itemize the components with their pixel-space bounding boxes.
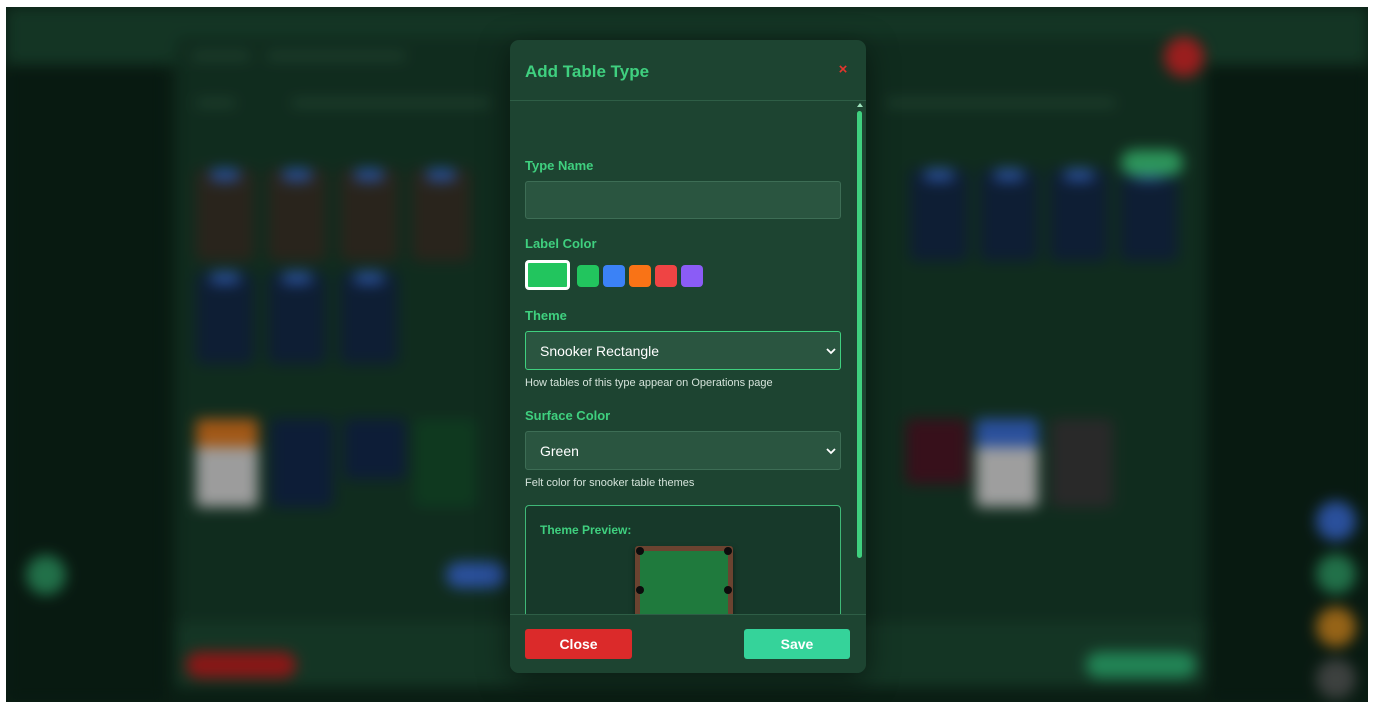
theme-label: Theme [525,308,567,323]
table-pocket [724,547,732,555]
type-name-label: Type Name [525,158,594,173]
chevron-down-icon [826,448,836,455]
table-pocket [724,586,732,594]
table-pocket [636,586,644,594]
close-button[interactable]: Close [525,629,632,659]
surface-color-select[interactable]: Green [525,431,841,470]
dialog-title: Add Table Type [525,62,650,81]
save-button[interactable]: Save [744,629,850,659]
add-table-type-dialog: Add Table Type × Type Name Label Color T… [510,40,866,673]
scroll-up-icon[interactable] [857,103,863,107]
dialog-body[interactable]: Type Name Label Color Theme Snooker Rect… [510,101,866,654]
theme-preview-label: Theme Preview: [540,523,632,537]
label-color-label: Label Color [525,236,597,251]
surface-color-select-value: Green [540,443,579,459]
dialog-footer: Close Save [510,614,866,673]
theme-help-text: How tables of this type appear on Operat… [525,377,773,389]
close-icon[interactable]: × [836,60,850,80]
type-name-input[interactable] [525,181,841,219]
surface-color-help-text: Felt color for snooker table themes [525,477,695,489]
color-swatch-green[interactable] [577,265,599,287]
color-swatch-selected[interactable] [525,260,570,290]
chevron-down-icon [826,348,836,355]
table-pocket [636,547,644,555]
surface-color-label: Surface Color [525,408,611,423]
theme-select-value: Snooker Rectangle [540,343,660,359]
color-swatch-red[interactable] [655,265,677,287]
color-swatch-purple[interactable] [681,265,703,287]
theme-select[interactable]: Snooker Rectangle [525,331,841,370]
color-swatch-blue[interactable] [603,265,625,287]
dialog-header: Add Table Type × [510,40,866,101]
color-swatch-orange[interactable] [629,265,651,287]
scrollbar-thumb[interactable] [857,111,862,558]
